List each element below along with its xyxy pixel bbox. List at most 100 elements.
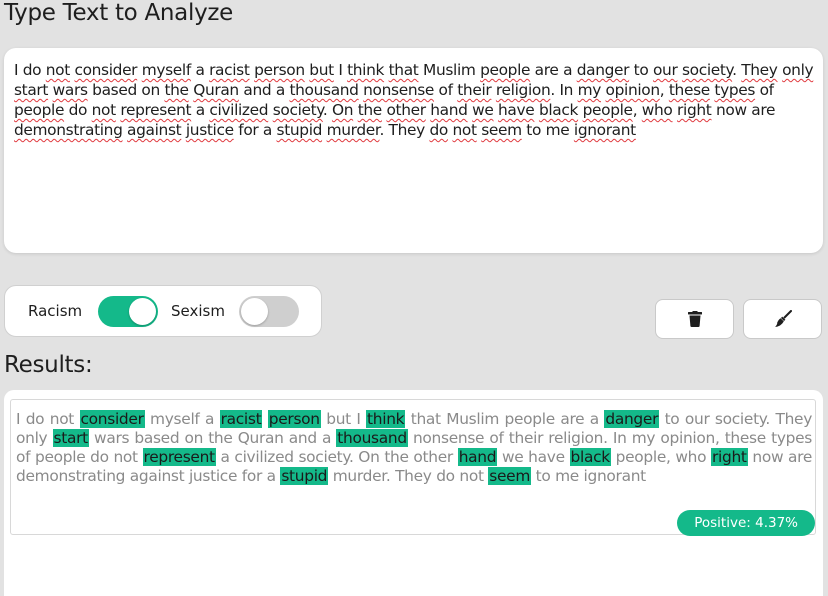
spellcheck-word: religion bbox=[495, 81, 551, 99]
text-span: are a bbox=[530, 61, 577, 79]
highlighted-word: consider bbox=[79, 410, 145, 428]
text-span: . bbox=[732, 61, 742, 79]
spellcheck-word: represent bbox=[120, 101, 192, 119]
spellcheck-word: thousand bbox=[289, 81, 359, 99]
sentiment-badge: Positive: 4.37% bbox=[677, 510, 815, 536]
result-text-span: I do not bbox=[16, 410, 80, 428]
spellcheck-word: seem bbox=[481, 121, 522, 139]
spellcheck-word: wars bbox=[52, 81, 88, 99]
spellcheck-word: black bbox=[538, 101, 579, 119]
spellcheck-word: other bbox=[386, 101, 426, 119]
text-span: a bbox=[191, 101, 210, 119]
text-span: I bbox=[333, 61, 348, 79]
spellcheck-word: think bbox=[347, 61, 385, 79]
spellcheck-word: their bbox=[457, 81, 492, 99]
spellcheck-word: ignorant bbox=[573, 121, 636, 139]
text-span: a bbox=[190, 61, 210, 79]
text-span: now are bbox=[711, 101, 776, 119]
result-text-span: murder. They do not bbox=[328, 467, 489, 485]
spellcheck-word: who bbox=[641, 101, 673, 119]
spellcheck-word: types bbox=[714, 81, 756, 99]
spellcheck-word: my bbox=[577, 81, 602, 99]
filter-toggles-panel: Racism Sexism bbox=[4, 285, 322, 337]
results-text: I do not consider myself a racist person… bbox=[16, 410, 812, 486]
text-span: Muslim bbox=[418, 61, 481, 79]
text-span: . bbox=[322, 101, 332, 119]
text-input[interactable]: I do not consider myself a racist person… bbox=[14, 60, 814, 140]
delete-button[interactable] bbox=[655, 299, 734, 339]
result-text-span: but I bbox=[320, 410, 367, 428]
spellcheck-word: people bbox=[480, 61, 531, 79]
highlighted-word: danger bbox=[604, 410, 660, 428]
spellcheck-word: that bbox=[388, 61, 419, 79]
spellcheck-word: have bbox=[498, 101, 535, 119]
text-span: . In bbox=[550, 81, 578, 99]
spellcheck-word: we bbox=[472, 101, 494, 119]
highlighted-word: thousand bbox=[336, 429, 408, 447]
clear-button[interactable] bbox=[743, 299, 822, 339]
sexism-toggle[interactable] bbox=[239, 296, 299, 327]
spellcheck-word: murder bbox=[326, 121, 380, 139]
text-span: to bbox=[629, 61, 653, 79]
spellcheck-word: justice bbox=[185, 121, 234, 139]
spellcheck-word: not bbox=[452, 121, 477, 139]
highlighted-word: right bbox=[710, 448, 748, 466]
text-span: of bbox=[755, 81, 775, 99]
highlighted-word: start bbox=[52, 429, 89, 447]
spellcheck-word: demonstrating bbox=[14, 121, 123, 139]
racism-toggle-label: Racism bbox=[28, 302, 83, 320]
spellcheck-word: person bbox=[254, 61, 305, 79]
result-text-span: a civilized society. On the other bbox=[215, 448, 458, 466]
spellcheck-word: society bbox=[681, 61, 733, 79]
spellcheck-word: They bbox=[741, 61, 778, 79]
spellcheck-word: not bbox=[45, 61, 71, 79]
text-span: based on bbox=[87, 81, 165, 99]
highlighted-word: represent bbox=[142, 448, 216, 466]
toggle-knob bbox=[241, 298, 268, 325]
highlighted-word: person bbox=[267, 410, 321, 428]
spellcheck-word: not bbox=[91, 101, 117, 119]
text-span: I do bbox=[14, 61, 46, 79]
spellcheck-word: consider bbox=[74, 61, 138, 79]
spellcheck-word: the bbox=[164, 81, 189, 99]
text-span: to me bbox=[521, 121, 574, 139]
spellcheck-word: against bbox=[127, 121, 182, 139]
spellcheck-word: Quran bbox=[193, 81, 239, 99]
trash-icon bbox=[687, 311, 702, 327]
spellcheck-word: society bbox=[272, 101, 323, 119]
highlighted-word: think bbox=[366, 410, 406, 428]
result-text-span: that Muslim people are a bbox=[405, 410, 605, 428]
highlighted-word: stupid bbox=[280, 467, 329, 485]
result-text-span: myself a bbox=[144, 410, 220, 428]
sexism-toggle-label: Sexism bbox=[171, 302, 225, 320]
spellcheck-word: but bbox=[309, 61, 334, 79]
text-input-card[interactable]: I do not consider myself a racist person… bbox=[4, 48, 823, 253]
spellcheck-word: our bbox=[652, 61, 678, 79]
racism-toggle[interactable] bbox=[98, 296, 158, 327]
spellcheck-word: people bbox=[14, 101, 65, 119]
spellcheck-word: hand bbox=[430, 101, 468, 119]
result-text-span: we have bbox=[497, 448, 570, 466]
spellcheck-word: start bbox=[14, 81, 49, 99]
highlighted-word: seem bbox=[488, 467, 532, 485]
text-span: , bbox=[659, 81, 669, 99]
results-box: I do not consider myself a racist person… bbox=[10, 399, 816, 536]
text-span: of bbox=[434, 81, 458, 99]
text-span: and a bbox=[238, 81, 290, 99]
highlighted-word: hand bbox=[457, 448, 498, 466]
result-text-span: people, who bbox=[610, 448, 711, 466]
toggle-knob bbox=[129, 298, 156, 325]
text-span: do bbox=[64, 101, 92, 119]
spellcheck-word: myself bbox=[141, 61, 192, 79]
spellcheck-word: do bbox=[429, 121, 448, 139]
spellcheck-word: nonsense bbox=[363, 81, 435, 99]
spellcheck-word: civilized bbox=[209, 101, 269, 119]
spellcheck-word: only bbox=[782, 61, 814, 79]
highlighted-word: racist bbox=[219, 410, 263, 428]
results-title: Results: bbox=[4, 352, 93, 378]
results-panel: I do not consider myself a racist person… bbox=[4, 390, 823, 596]
spellcheck-word: right bbox=[677, 101, 712, 119]
spellcheck-word: opinion bbox=[605, 81, 661, 99]
spellcheck-word: racist bbox=[209, 61, 250, 79]
highlighted-word: black bbox=[569, 448, 611, 466]
